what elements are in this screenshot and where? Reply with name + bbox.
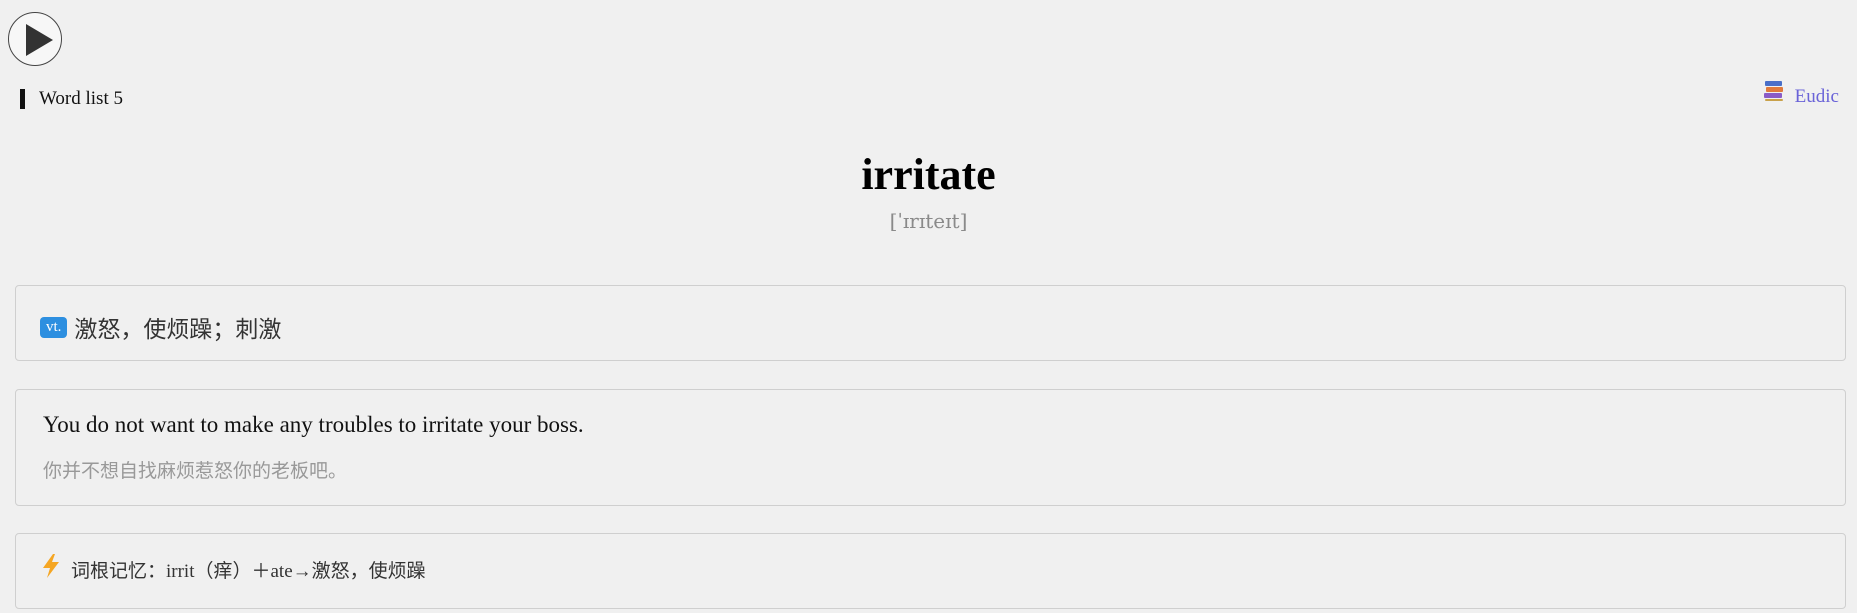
memory-text: 词根记忆：irrit（痒）＋ate→激怒，使烦躁 bbox=[71, 560, 426, 582]
header: Word list 5 Eudic bbox=[20, 81, 1839, 110]
definition-text: 激怒，使烦躁；刺激 bbox=[74, 317, 282, 343]
wordlist-label-group: Word list 5 bbox=[20, 88, 123, 110]
headword: irritate bbox=[861, 150, 996, 199]
play-button[interactable] bbox=[8, 12, 62, 66]
lightning-icon bbox=[41, 554, 61, 584]
memory-row: 词根记忆：irrit（痒）＋ate→激怒，使烦躁 bbox=[41, 554, 426, 584]
part-of-speech-badge: vt. bbox=[40, 316, 68, 338]
wordlist-label: Word list 5 bbox=[39, 88, 123, 109]
wordlist-marker bbox=[20, 89, 25, 109]
play-icon bbox=[26, 24, 53, 56]
example-chinese: 你并不想自找麻烦惹怒你的老板吧。 bbox=[43, 460, 348, 482]
phonetic: [ˈɪrɪteɪt] bbox=[889, 209, 968, 233]
eudic-link-label: Eudic bbox=[1794, 86, 1839, 107]
definition-card: vt. 激怒，使烦躁；刺激 bbox=[15, 285, 1846, 361]
example-english: You do not want to make any troubles to … bbox=[43, 412, 584, 437]
definition-row: vt. 激怒，使烦躁；刺激 bbox=[40, 310, 281, 344]
books-icon bbox=[1763, 80, 1785, 108]
example-card: You do not want to make any troubles to … bbox=[15, 389, 1846, 506]
memory-card: 词根记忆：irrit（痒）＋ate→激怒，使烦躁 bbox=[15, 533, 1846, 609]
eudic-link[interactable]: Eudic bbox=[1763, 81, 1839, 108]
